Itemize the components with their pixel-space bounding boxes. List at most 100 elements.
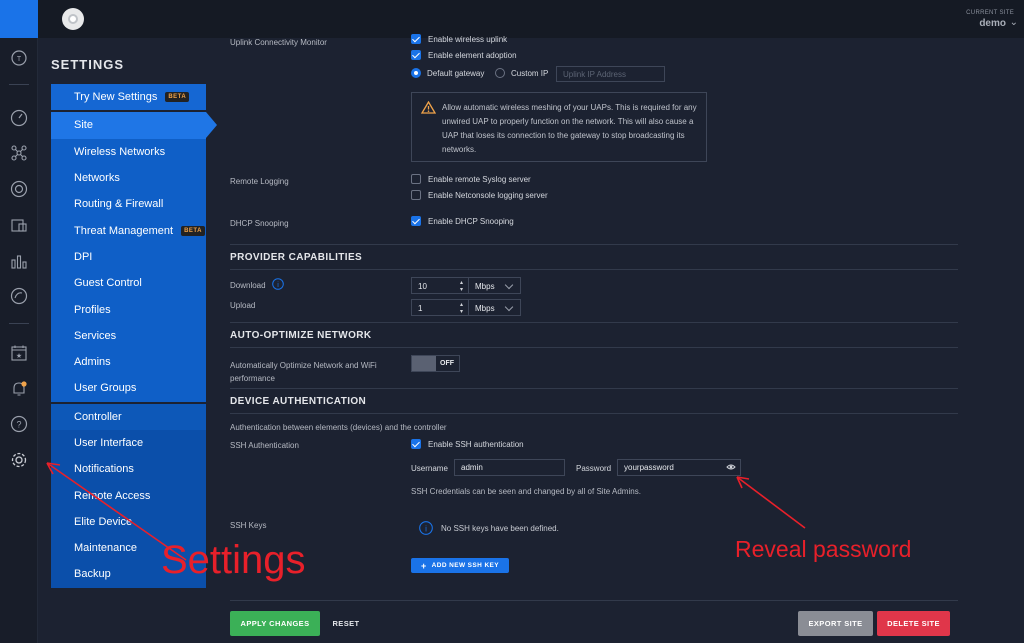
- reveal-password-eye-icon[interactable]: [726, 463, 736, 471]
- radio-label: Default gateway: [427, 68, 485, 78]
- export-site-button[interactable]: EXPORT SITE: [798, 611, 873, 636]
- menu-item-label: Routing & Firewall: [74, 198, 164, 211]
- download-value[interactable]: 10: [411, 277, 469, 294]
- auto-optimize-label: Automatically Optimize Network and WiFi …: [230, 361, 377, 383]
- dhcp-snooping-checkbox[interactable]: Enable DHCP Snooping: [411, 216, 514, 226]
- download-stepper[interactable]: 10 Mbps: [411, 277, 521, 294]
- uplink-monitor-label: Uplink Connectivity Monitor: [230, 38, 327, 47]
- upload-value[interactable]: 1: [411, 299, 469, 316]
- menu-item-controller[interactable]: Controller: [51, 403, 206, 430]
- menu-item-label: User Interface: [74, 437, 144, 449]
- auto-optimize-toggle[interactable]: OFF: [411, 355, 460, 372]
- divider: [230, 388, 958, 389]
- menu-item-dpi[interactable]: DPI: [51, 243, 206, 271]
- menu-item-profiles[interactable]: Profiles: [51, 296, 206, 323]
- remote-syslog-checkbox[interactable]: Enable remote Syslog server: [411, 174, 531, 184]
- beta-badge: BETA: [165, 92, 190, 103]
- dashboard-icon[interactable]: [9, 108, 29, 128]
- download-label: Download: [230, 281, 266, 290]
- menu-item-label: Backup: [74, 568, 111, 581]
- netconsole-checkbox[interactable]: Enable Netconsole logging server: [411, 190, 548, 200]
- ssh-auth-label: SSH Authentication: [230, 441, 299, 450]
- menu-item-label: Guest Control: [74, 277, 142, 290]
- settings-gear-icon[interactable]: [9, 450, 29, 470]
- unifi-logo-icon: [62, 8, 84, 30]
- menu-item-guest-control[interactable]: Guest Control: [51, 270, 206, 297]
- alerts-bell-icon[interactable]: [9, 379, 29, 399]
- rail-divider: [9, 84, 29, 85]
- menu-item-notifications[interactable]: Notifications: [51, 456, 206, 483]
- site-avatar-icon[interactable]: T: [9, 48, 29, 68]
- menu-item-elite-device[interactable]: Elite Device: [51, 508, 206, 536]
- current-site-caption: CURRENT SITE: [966, 10, 1014, 16]
- add-ssh-key-button[interactable]: + ADD NEW SSH KEY: [411, 558, 509, 573]
- ssh-credentials-note: SSH Credentials can be seen and changed …: [411, 487, 641, 496]
- top-bar: CURRENT SITE demo ⌄: [38, 0, 1024, 38]
- menu-item-label: Wireless Networks: [74, 145, 166, 158]
- reset-button[interactable]: RESET: [326, 611, 366, 636]
- events-calendar-icon[interactable]: ★: [9, 343, 29, 363]
- divider: [230, 322, 958, 323]
- upload-unit-select[interactable]: Mbps: [469, 299, 521, 316]
- chevron-down-icon[interactable]: ⌄: [1010, 17, 1018, 28]
- menu-item-networks[interactable]: Networks: [51, 164, 206, 192]
- home-tab[interactable]: [0, 0, 38, 38]
- mesh-warning-text: Allow automatic wireless meshing of your…: [442, 103, 697, 154]
- svg-text:?: ?: [16, 420, 21, 430]
- password-label: Password: [576, 464, 612, 473]
- menu-item-user-interface[interactable]: User Interface: [51, 429, 206, 457]
- footer-divider: [230, 600, 958, 601]
- upload-stepper[interactable]: 1 Mbps: [411, 299, 521, 316]
- menu-item-label: Try New Settings: [74, 91, 158, 104]
- divider: [230, 244, 958, 245]
- custom-ip-radio[interactable]: Custom IP: [495, 68, 548, 78]
- menu-item-threat-management[interactable]: Threat Management BETA: [51, 217, 206, 244]
- menu-item-label: User Groups: [74, 382, 137, 395]
- delete-site-button[interactable]: DELETE SITE: [877, 611, 950, 636]
- menu-item-services[interactable]: Services: [51, 322, 206, 349]
- apply-changes-button[interactable]: APPLY CHANGES: [230, 611, 320, 636]
- no-ssh-keys-text: No SSH keys have been defined.: [441, 523, 559, 533]
- toggle-knob: [412, 356, 436, 371]
- statistics-icon[interactable]: [9, 251, 29, 271]
- uplink-ip-input[interactable]: Uplink IP Address: [556, 66, 665, 82]
- help-icon[interactable]: ?: [9, 414, 29, 434]
- password-input[interactable]: yourpassword: [617, 459, 741, 476]
- svg-text:i: i: [277, 282, 279, 289]
- username-label: Username: [411, 464, 448, 473]
- topology-icon[interactable]: [9, 143, 29, 163]
- username-input[interactable]: admin: [454, 459, 565, 476]
- menu-item-wireless-networks[interactable]: Wireless Networks: [51, 138, 206, 165]
- default-gateway-radio[interactable]: Default gateway: [411, 68, 484, 78]
- settings-menu: Try New Settings BETA Site Wireless Netw…: [51, 84, 217, 588]
- insights-icon[interactable]: [9, 286, 29, 306]
- info-icon[interactable]: i: [272, 278, 284, 290]
- checkbox-label: Enable remote Syslog server: [428, 174, 531, 184]
- device-authentication-heading: DEVICE AUTHENTICATION: [230, 396, 367, 407]
- site-selector[interactable]: demo: [979, 18, 1006, 29]
- no-ssh-keys-message: i No SSH keys have been defined.: [419, 521, 559, 535]
- element-adoption-checkbox[interactable]: Enable element adoption: [411, 50, 517, 60]
- upload-label: Upload: [230, 301, 256, 310]
- menu-item-routing-firewall[interactable]: Routing & Firewall: [51, 191, 206, 218]
- svg-text:T: T: [17, 56, 22, 63]
- menu-item-try-new-settings[interactable]: Try New Settings BETA: [51, 84, 206, 111]
- svg-text:★: ★: [16, 352, 22, 360]
- wireless-uplink-checkbox[interactable]: Enable wireless uplink: [411, 34, 507, 44]
- divider: [230, 413, 958, 414]
- left-nav-rail: T ★ ?: [0, 0, 38, 643]
- devices-icon[interactable]: [9, 179, 29, 199]
- clients-icon[interactable]: [9, 215, 29, 235]
- menu-item-site[interactable]: Site: [51, 112, 217, 139]
- menu-item-admins[interactable]: Admins: [51, 348, 206, 376]
- menu-item-user-groups[interactable]: User Groups: [51, 375, 206, 402]
- download-unit-select[interactable]: Mbps: [469, 277, 521, 294]
- checkbox-label: Enable DHCP Snooping: [428, 216, 514, 226]
- checkbox-label: Enable Netconsole logging server: [428, 190, 548, 200]
- ssh-auth-checkbox[interactable]: Enable SSH authentication: [411, 439, 524, 449]
- menu-item-remote-access[interactable]: Remote Access: [51, 482, 206, 509]
- plus-icon: +: [420, 560, 427, 571]
- radio-label: Custom IP: [511, 68, 549, 78]
- checkbox-label: Enable element adoption: [428, 50, 517, 60]
- menu-item-label: Networks: [74, 172, 120, 185]
